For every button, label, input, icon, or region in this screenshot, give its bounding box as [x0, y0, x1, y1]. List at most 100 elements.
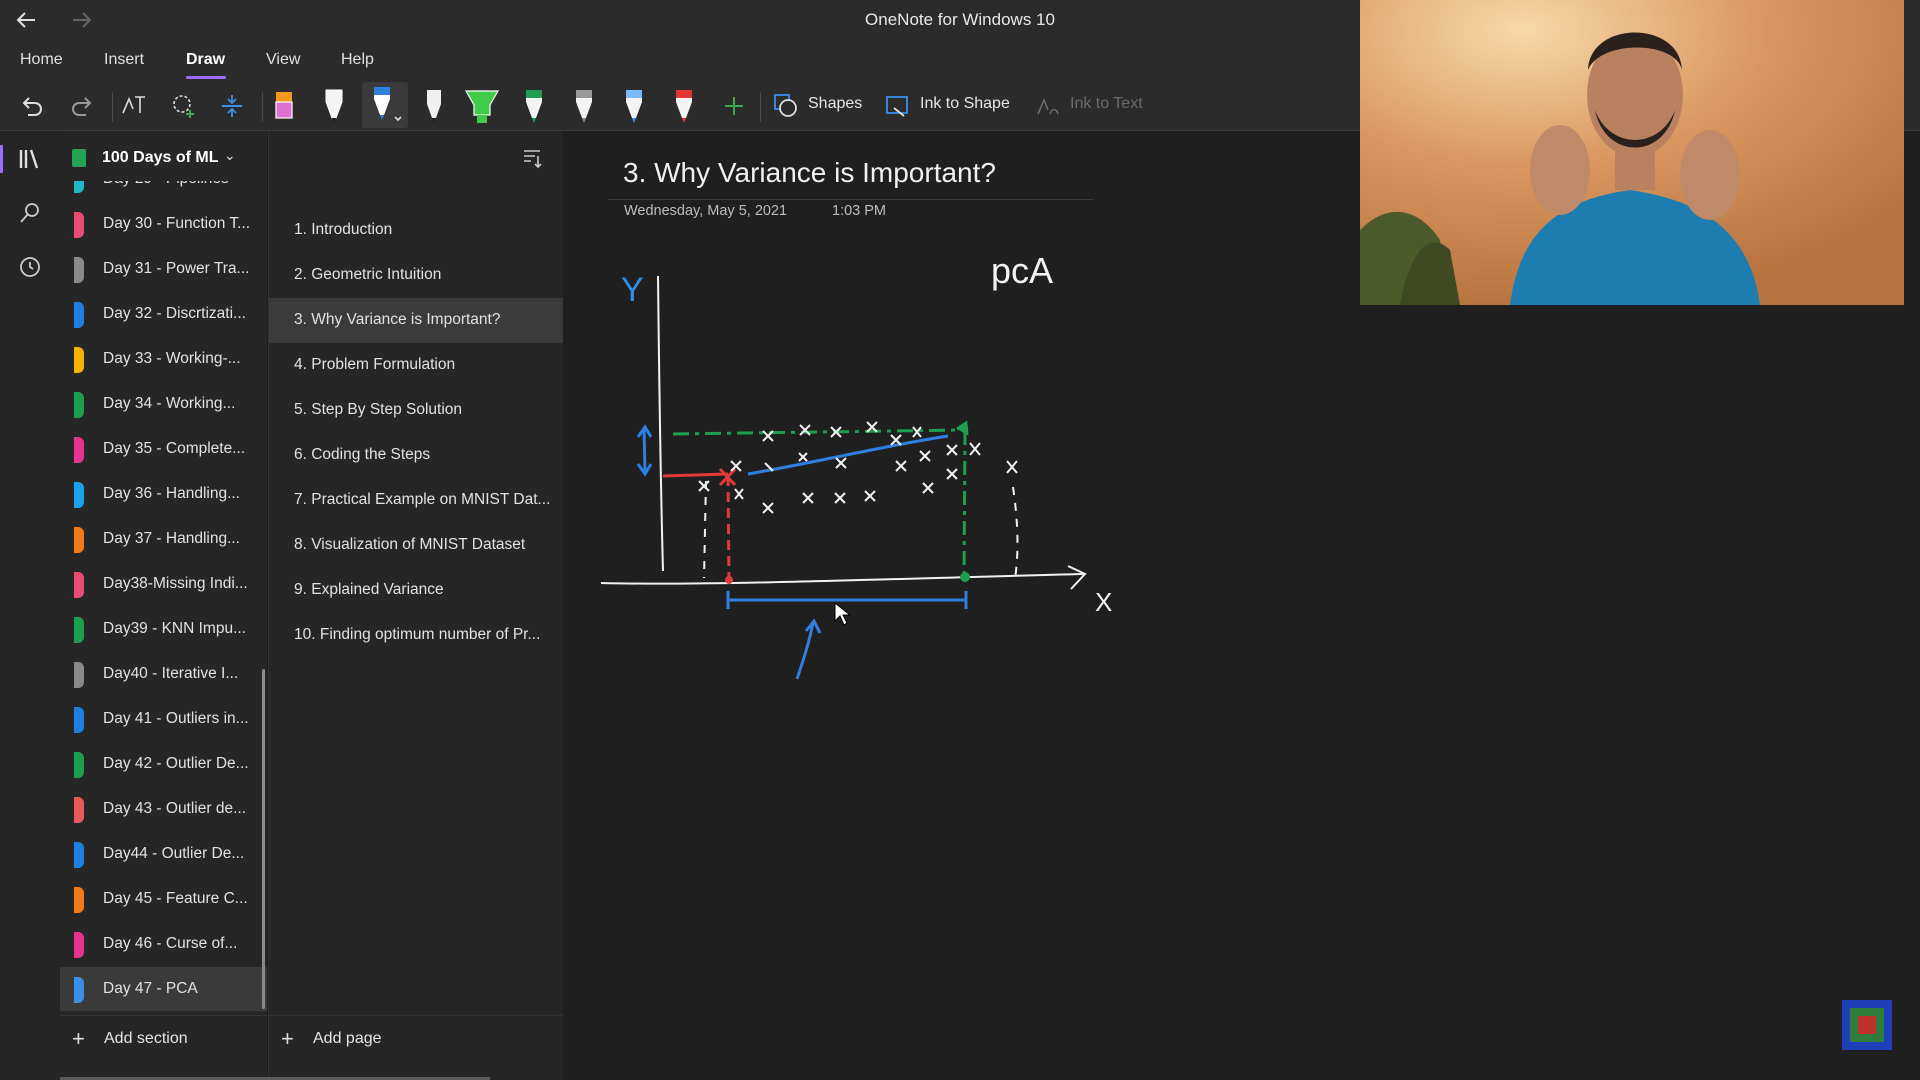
page-item[interactable]: 7. Practical Example on MNIST Dat...: [269, 478, 563, 523]
section-item[interactable]: Day 34 - Working...: [60, 382, 267, 427]
section-label: Day44 - Outlier De...: [103, 845, 245, 862]
add-section-button[interactable]: + Add section: [60, 1015, 267, 1062]
shapes-icon-wrap[interactable]: [768, 88, 804, 124]
presenter-image: [1360, 0, 1904, 305]
pen-red-button[interactable]: [666, 88, 702, 124]
page-label: 9. Explained Variance: [294, 581, 444, 598]
tab-draw[interactable]: Draw: [186, 51, 225, 69]
pen-green-icon: [526, 90, 542, 123]
section-scrollbar[interactable]: [262, 669, 265, 1009]
add-pen-button[interactable]: [716, 88, 752, 124]
data-points: [698, 421, 1018, 514]
section-item[interactable]: Day38-Missing Indi...: [60, 562, 267, 607]
notebook-selector[interactable]: 100 Days of ML ⌄: [60, 131, 267, 185]
red-horizontal: [662, 472, 729, 478]
section-item[interactable]: Day 37 - Handling...: [60, 517, 267, 562]
add-space-button[interactable]: [214, 88, 250, 124]
notebooks-button[interactable]: [12, 141, 48, 177]
ink-to-shape-icon: [886, 96, 908, 117]
mouse-cursor: [834, 601, 852, 626]
navigation-rail: [0, 131, 61, 1080]
green-arrow-top: [956, 420, 969, 436]
section-item[interactable]: Day 46 - Curse of...: [60, 922, 267, 967]
x-axis-arrowhead: [1067, 565, 1087, 590]
toolbar-divider: [262, 92, 263, 122]
ink-to-text-icon: [1037, 97, 1059, 115]
type-select-button[interactable]: [116, 88, 152, 124]
section-item[interactable]: Day 31 - Power Tra...: [60, 247, 267, 292]
highlighter-green-icon: [464, 90, 500, 123]
add-section-label: Add section: [104, 1030, 188, 1047]
page-item[interactable]: 2. Geometric Intuition: [269, 253, 563, 298]
section-label: Day 35 - Complete...: [103, 440, 246, 457]
section-item[interactable]: Day 32 - Discrtizati...: [60, 292, 267, 337]
section-item[interactable]: Day39 - KNN Impu...: [60, 607, 267, 652]
sort-pages-button[interactable]: [520, 146, 546, 172]
pen-gray-button[interactable]: [566, 88, 602, 124]
ink-to-shape-button[interactable]: Ink to Shape: [920, 95, 1010, 113]
section-item[interactable]: Day44 - Outlier De...: [60, 832, 267, 877]
page-item[interactable]: 8. Visualization of MNIST Dataset: [269, 523, 563, 568]
eraser-button[interactable]: [266, 88, 302, 124]
section-item[interactable]: Day 42 - Outlier De...: [60, 742, 267, 787]
section-color-tab: [74, 797, 84, 823]
pen-lightblue-icon: [626, 90, 642, 123]
page-label: 2. Geometric Intuition: [294, 266, 442, 283]
page-label: 7. Practical Example on MNIST Dat...: [294, 491, 551, 508]
pen-green-button[interactable]: [516, 88, 552, 124]
pen-white-button[interactable]: [316, 88, 352, 124]
webcam-overlay: [1360, 0, 1904, 305]
section-item[interactable]: Day 36 - Handling...: [60, 472, 267, 517]
lasso-icon: [173, 95, 194, 118]
watermark-logo-icon: [1842, 1000, 1892, 1050]
page-item[interactable]: 10. Finding optimum number of Pr...: [269, 613, 563, 658]
section-item[interactable]: Day40 - Iterative I...: [60, 652, 267, 697]
page-item[interactable]: 1. Introduction: [269, 208, 563, 253]
eraser-icon: [275, 92, 293, 119]
pencil-button[interactable]: [416, 88, 452, 124]
search-button[interactable]: [12, 195, 48, 231]
shapes-button[interactable]: Shapes: [808, 95, 862, 113]
page-item[interactable]: 4. Problem Formulation: [269, 343, 563, 388]
undo-button[interactable]: [14, 88, 50, 124]
redo-button[interactable]: [64, 88, 100, 124]
section-item[interactable]: Day 41 - Outliers in...: [60, 697, 267, 742]
section-list: Day 29 - Pipelines Day 30 - Function T...…: [60, 181, 267, 1011]
tab-view[interactable]: View: [266, 51, 300, 69]
pen-blue-button[interactable]: [362, 82, 408, 128]
ink-to-shape-icon-wrap[interactable]: [880, 88, 916, 124]
section-label: Day 45 - Feature C...: [103, 890, 248, 907]
lasso-select-button[interactable]: [166, 88, 202, 124]
page-item[interactable]: 6. Coding the Steps: [269, 433, 563, 478]
section-item[interactable]: Day 47 - PCA: [60, 967, 267, 1011]
recent-button[interactable]: [12, 249, 48, 285]
page-item[interactable]: 9. Explained Variance: [269, 568, 563, 613]
add-page-label: Add page: [313, 1030, 382, 1047]
tab-insert[interactable]: Insert: [104, 51, 144, 69]
page-item[interactable]: 3. Why Variance is Important?: [269, 298, 563, 343]
ink-to-text-button: Ink to Text: [1070, 95, 1143, 112]
section-item[interactable]: Day 35 - Complete...: [60, 427, 267, 472]
add-page-button[interactable]: + Add page: [269, 1015, 563, 1062]
pen-lightblue-button[interactable]: [616, 88, 652, 124]
pen-gray-icon: [576, 90, 592, 123]
pen-red-icon: [676, 90, 692, 123]
section-item[interactable]: Day 33 - Working-...: [60, 337, 267, 382]
ink-to-text-icon-wrap: [1030, 88, 1066, 124]
library-icon: [19, 149, 39, 169]
page-item[interactable]: 5. Step By Step Solution: [269, 388, 563, 433]
undo-icon: [22, 97, 42, 116]
section-item[interactable]: Day 45 - Feature C...: [60, 877, 267, 922]
toolbar-divider: [112, 92, 113, 122]
blue-vertical-arrow: [636, 424, 653, 477]
tab-help[interactable]: Help: [341, 51, 374, 69]
section-item[interactable]: Day 30 - Function T...: [60, 202, 267, 247]
section-item[interactable]: Day 29 - Pipelines: [60, 181, 267, 202]
tab-home[interactable]: Home: [20, 51, 63, 69]
page-pane: 1. Introduction 2. Geometric Intuition 3. …: [268, 131, 564, 1080]
section-color-tab: [74, 707, 84, 733]
highlighter-green-button[interactable]: [464, 88, 500, 124]
section-color-tab: [74, 302, 84, 328]
section-item[interactable]: Day 43 - Outlier de...: [60, 787, 267, 832]
section-label: Day 29 - Pipelines: [103, 181, 229, 188]
